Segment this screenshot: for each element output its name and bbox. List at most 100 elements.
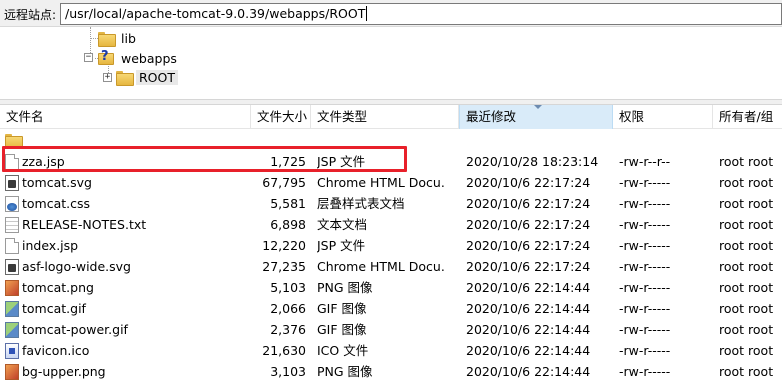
file-modified: 2020/10/6 22:14:44	[466, 343, 591, 358]
file-modified: 2020/10/6 22:17:24	[466, 175, 591, 190]
file-size: 1,725	[270, 154, 306, 169]
svg-file-icon	[5, 259, 19, 275]
file-permissions: -rw-r-----	[619, 322, 671, 337]
file-row[interactable]: tomcat.svg 67,795 Chrome HTML Docu... 2020/…	[0, 172, 782, 193]
file-size: 12,220	[262, 238, 306, 253]
document-icon	[5, 238, 19, 254]
file-size: 2,376	[270, 322, 306, 337]
file-modified: 2020/10/6 22:14:44	[466, 322, 591, 337]
file-list: zza.jsp 1,725 JSP 文件 2020/10/28 18:23:14 -rw…	[0, 129, 782, 392]
remote-path-text: /usr/local/apache-tomcat-9.0.39/webapps/…	[65, 6, 366, 21]
file-permissions	[619, 130, 711, 151]
file-owner: root root	[719, 238, 774, 253]
folder-icon	[116, 70, 134, 86]
file-type: PNG 图像	[317, 364, 373, 379]
file-permissions: -rw-r-----	[619, 259, 671, 274]
file-type: JSP 文件	[317, 154, 366, 169]
file-type	[317, 130, 445, 151]
file-modified: 2020/10/6 22:17:24	[466, 217, 591, 232]
file-permissions: -rw-r-----	[619, 343, 671, 358]
file-permissions: -rw-r-----	[619, 280, 671, 295]
remote-path-input[interactable]: /usr/local/apache-tomcat-9.0.39/webapps/…	[60, 3, 782, 25]
file-modified: 2020/10/6 22:14:44	[466, 301, 591, 316]
column-header-permissions[interactable]: 权限	[613, 105, 713, 129]
tree-node-root[interactable]: ROOT	[116, 68, 178, 86]
file-permissions: -rw-r--r--	[619, 154, 671, 169]
file-owner: root root	[719, 322, 774, 337]
css-file-icon	[5, 196, 19, 212]
file-row[interactable]: tomcat.png 5,103 PNG 图像 2020/10/6 22:14:44-…	[0, 277, 782, 298]
file-owner: root root	[719, 280, 774, 295]
file-owner	[719, 130, 782, 151]
file-owner: root root	[719, 364, 774, 379]
parent-folder-row[interactable]	[0, 130, 782, 151]
gif-image-icon	[5, 301, 19, 317]
folder-icon	[98, 31, 116, 47]
tree-node-webapps[interactable]: ? webapps	[98, 49, 180, 67]
document-icon	[5, 154, 19, 170]
column-header-filename[interactable]: 文件名	[0, 105, 251, 129]
file-type: 层叠样式表文档	[317, 196, 405, 211]
file-modified: 2020/10/6 22:17:24	[466, 259, 591, 274]
gif-image-icon	[5, 322, 19, 338]
png-image-icon	[5, 280, 19, 296]
file-row[interactable]: tomcat.gif 2,066 GIF 图像 2020/10/6 22:14:44-…	[0, 298, 782, 319]
file-size: 5,103	[270, 280, 306, 295]
file-size: 27,235	[262, 259, 306, 274]
file-list-header: 文件名 文件大小 文件类型 最近修改 权限 所有者/组	[0, 105, 782, 129]
file-type: PNG 图像	[317, 280, 373, 295]
file-type: JSP 文件	[317, 238, 366, 253]
column-header-type[interactable]: 文件类型	[311, 105, 459, 129]
file-modified: 2020/10/6 22:17:24	[466, 196, 591, 211]
collapse-icon[interactable]: −	[84, 53, 93, 62]
file-modified: 2020/10/28 18:23:14	[466, 154, 599, 169]
png-image-icon	[5, 364, 19, 380]
remote-site-label: 远程站点:	[4, 8, 57, 22]
file-type: 文本文档	[317, 217, 368, 232]
file-owner: root root	[719, 154, 774, 169]
file-owner: root root	[719, 301, 774, 316]
file-permissions: -rw-r-----	[619, 364, 671, 379]
file-row[interactable]: asf-logo-wide.svg 27,235 Chrome HTML Docu.…	[0, 256, 782, 277]
file-permissions: -rw-r-----	[619, 301, 671, 316]
text-caret	[366, 6, 368, 21]
expand-icon[interactable]: +	[103, 73, 112, 82]
file-size: 67,795	[262, 175, 306, 190]
column-header-owner[interactable]: 所有者/组	[713, 105, 782, 129]
file-modified: 2020/10/6 22:17:24	[466, 238, 591, 253]
file-size: 6,898	[270, 217, 306, 232]
file-modified: 2020/10/6 22:14:44	[466, 364, 591, 379]
file-size: 3,103	[270, 364, 306, 379]
file-row[interactable]: tomcat-power.gif 2,376 GIF 图像 2020/10/6 22:…	[0, 319, 782, 340]
column-header-size[interactable]: 文件大小	[251, 105, 311, 129]
file-permissions: -rw-r-----	[619, 196, 671, 211]
file-modified: 2020/10/6 22:14:44	[466, 280, 591, 295]
directory-tree: lib − ? webapps + ROOT	[0, 27, 782, 99]
file-row[interactable]: RELEASE-NOTES.txt 6,898 文本文档 2020/10/6 22:1…	[0, 214, 782, 235]
list-bottom-edge	[0, 384, 782, 392]
tree-node-lib[interactable]: lib	[98, 29, 139, 47]
svg-file-icon	[5, 175, 19, 191]
file-row[interactable]: bg-upper.png 3,103 PNG 图像 2020/10/6 22:14:4…	[0, 361, 782, 382]
file-type: Chrome HTML Docu...	[317, 175, 445, 190]
text-file-icon	[5, 217, 19, 233]
file-owner: root root	[719, 259, 774, 274]
folder-icon	[5, 134, 23, 149]
file-size: 2,066	[270, 301, 306, 316]
file-row[interactable]: index.jsp 12,220 JSP 文件 2020/10/6 22:17:24-…	[0, 235, 782, 256]
file-size: 21,630	[262, 343, 306, 358]
file-row[interactable]: zza.jsp 1,725 JSP 文件 2020/10/28 18:23:14 -rw…	[0, 151, 782, 172]
file-owner: root root	[719, 217, 774, 232]
tree-node-label: ROOT	[136, 69, 178, 85]
file-size: 5,581	[270, 196, 306, 211]
file-row[interactable]: tomcat.css 5,581 层叠样式表文档 2020/10/6 22:17:24…	[0, 193, 782, 214]
file-permissions: -rw-r-----	[619, 217, 671, 232]
sort-indicator-icon	[534, 105, 542, 109]
file-row[interactable]: favicon.ico 21,630 ICO 文件 2020/10/6 22:14:4…	[0, 340, 782, 361]
file-permissions: -rw-r-----	[619, 238, 671, 253]
remote-site-bar: 远程站点: /usr/local/apache-tomcat-9.0.39/we…	[0, 0, 782, 27]
tree-node-label: lib	[121, 30, 136, 46]
file-type: Chrome HTML Docu...	[317, 259, 445, 274]
folder-unknown-icon: ?	[98, 49, 114, 66]
file-type: ICO 文件	[317, 343, 369, 358]
